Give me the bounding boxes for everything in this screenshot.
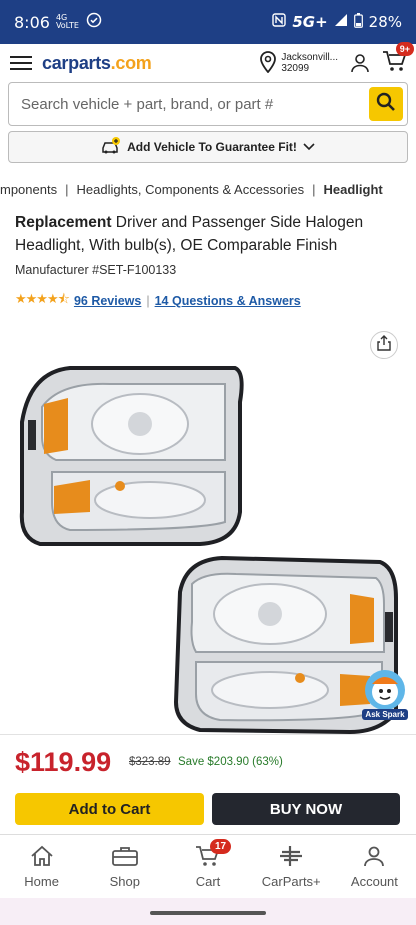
- logo-suffix: .com: [110, 52, 152, 73]
- headlight-driver-image: [19, 366, 244, 546]
- cart-count-badge: 9+: [395, 41, 414, 56]
- breadcrumb-current: Headlight: [323, 182, 383, 197]
- share-icon: [377, 334, 391, 356]
- sale-price: $119.99: [15, 747, 112, 777]
- battery-icon: [353, 12, 363, 32]
- product-image[interactable]: [0, 362, 416, 736]
- price-divider: [0, 734, 416, 735]
- account-icon: [363, 845, 385, 870]
- car-add-icon: [101, 136, 121, 158]
- nav-cart[interactable]: 17 Cart: [166, 835, 249, 898]
- nav-account-label: Account: [350, 873, 398, 889]
- home-indicator[interactable]: [150, 911, 266, 915]
- breadcrumb-separator: |: [65, 182, 69, 197]
- breadcrumb: mponents | Headlights, Components & Access…: [0, 182, 416, 198]
- gesture-bar: [0, 898, 416, 925]
- location-city: Jacksonvill...: [281, 52, 338, 63]
- breadcrumb-separator: |: [312, 182, 316, 197]
- signal-icon: [334, 13, 348, 31]
- search-button[interactable]: [369, 87, 403, 121]
- ask-spark-button[interactable]: Ask Spark: [362, 668, 408, 720]
- add-to-cart-button[interactable]: Add to Cart: [15, 793, 204, 825]
- search-icon: [376, 92, 396, 117]
- breadcrumb-item[interactable]: mponents: [0, 182, 57, 197]
- app-header: carparts.com Jacksonvill... 32099 9+: [0, 41, 416, 82]
- nav-account[interactable]: Account: [333, 835, 416, 898]
- rating-divider: |: [146, 294, 150, 308]
- star-rating: ★★★★⯪: [15, 291, 70, 306]
- carparts-logo[interactable]: carparts.com: [42, 52, 152, 74]
- bottom-navigation: Home Shop 17 Cart CarParts+ Account: [0, 834, 416, 898]
- nav-carparts-plus[interactable]: CarParts+: [250, 835, 333, 898]
- home-icon: [30, 845, 54, 870]
- nav-shop[interactable]: Shop: [83, 835, 166, 898]
- location-zip: 32099: [281, 63, 310, 74]
- manufacturer-number: Manufacturer #SET-F100133: [15, 263, 177, 277]
- rating-row: ★★★★⯪ 96 Reviews | 14 Questions & Answer…: [15, 290, 301, 312]
- reviews-link[interactable]: 96 Reviews: [74, 294, 141, 308]
- nfc-icon: [272, 13, 287, 31]
- check-circle-icon: [86, 12, 102, 32]
- savings-text: Save $203.90 (63%): [178, 756, 283, 768]
- share-button[interactable]: [370, 331, 398, 359]
- breadcrumb-item[interactable]: Headlights, Components & Accessories: [76, 182, 304, 197]
- status-bar: 8:06 4G VoLTE 5G+ 28%: [0, 0, 416, 44]
- questions-link[interactable]: 14 Questions & Answers: [155, 294, 301, 308]
- buy-now-button[interactable]: BUY NOW: [212, 793, 400, 825]
- product-title: Replacement Driver and Passenger Side Ha…: [15, 211, 405, 257]
- status-network: 5G+: [292, 13, 328, 31]
- logo-text: carparts: [42, 52, 111, 73]
- nav-cart-label: Cart: [195, 873, 221, 889]
- status-network-small: 4G VoLTE: [55, 13, 79, 30]
- carparts-plus-icon: [278, 845, 304, 870]
- product-title-bold: Replacement: [15, 214, 112, 231]
- ask-spark-label: Ask Spark: [362, 709, 408, 720]
- header-cart-button[interactable]: 9+: [382, 41, 414, 77]
- store-location[interactable]: Jacksonvill... 32099: [259, 50, 338, 76]
- toolbox-icon: [111, 845, 139, 870]
- add-vehicle-button[interactable]: Add Vehicle To Guarantee Fit!: [8, 131, 408, 163]
- status-battery: 28%: [368, 13, 402, 31]
- nav-home-label: Home: [24, 873, 59, 889]
- status-time: 8:06: [14, 12, 50, 32]
- account-header-icon[interactable]: [350, 53, 370, 73]
- nav-shop-label: Shop: [109, 873, 140, 889]
- nav-home[interactable]: Home: [0, 835, 83, 898]
- hamburger-menu-icon[interactable]: [10, 55, 32, 71]
- location-pin-icon: [259, 50, 277, 76]
- nav-carparts-plus-label: CarParts+: [261, 873, 321, 889]
- chevron-down-icon: [303, 140, 315, 154]
- original-price: $323.89: [129, 756, 171, 768]
- add-vehicle-label: Add Vehicle To Guarantee Fit!: [127, 140, 297, 154]
- nav-cart-badge: 17: [210, 839, 232, 854]
- search-bar: [8, 82, 408, 126]
- search-input[interactable]: [9, 83, 369, 125]
